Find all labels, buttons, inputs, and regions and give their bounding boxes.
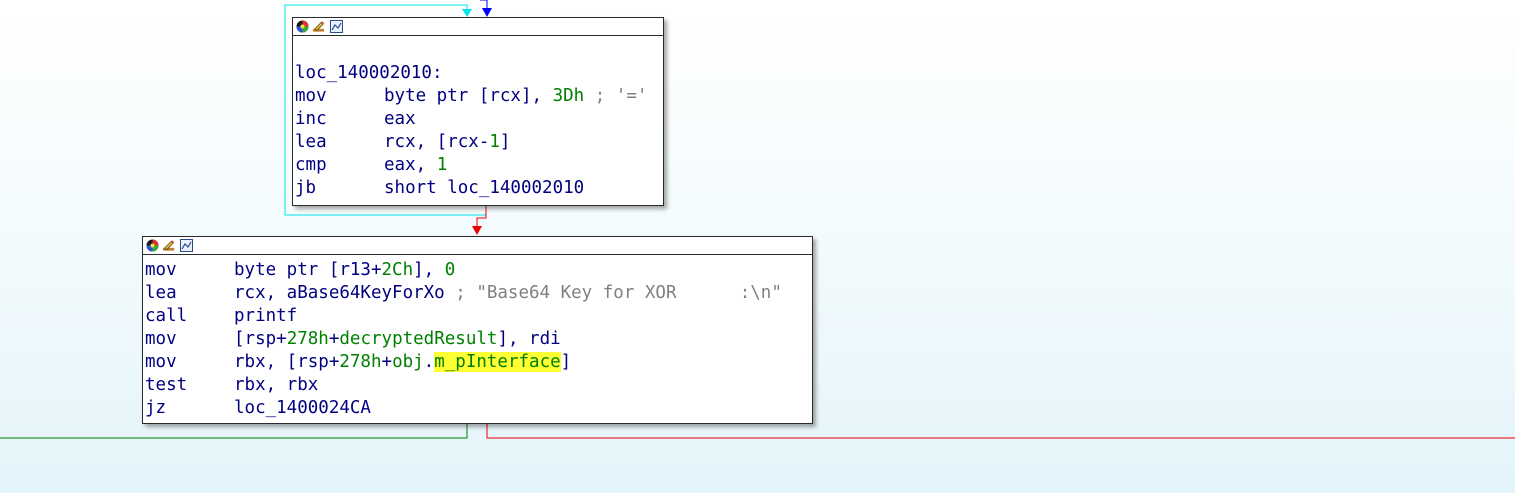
mnemonic[interactable]: call xyxy=(145,305,234,328)
operand[interactable]: ] xyxy=(500,132,511,152)
edit-pencil-icon[interactable] xyxy=(162,239,176,253)
block-body: loc_140002010: mov byte ptr [rcx], 3Dh ; … xyxy=(293,36,663,202)
operand[interactable]: eax, xyxy=(384,155,437,175)
operand[interactable]: printf xyxy=(234,306,297,326)
mnemonic[interactable]: test xyxy=(145,374,234,397)
edit-pencil-icon[interactable] xyxy=(312,20,326,34)
operand[interactable]: byte ptr [r13+ xyxy=(234,260,382,280)
mnemonic[interactable]: jz xyxy=(145,397,234,420)
operand[interactable]: byte ptr [rcx], xyxy=(384,86,553,106)
mnemonic[interactable]: mov xyxy=(295,85,384,108)
mnemonic[interactable]: mov xyxy=(145,328,234,351)
operand[interactable]: rcx, aBase64KeyForXo xyxy=(234,283,445,303)
branch-edge-green xyxy=(0,424,468,439)
instruction-line[interactable]: lea rcx, [rcx-1] xyxy=(295,131,663,154)
operand[interactable]: 0 xyxy=(445,260,456,280)
highlighted-operand[interactable]: m_pInterface xyxy=(434,352,561,372)
graph-overview-icon[interactable] xyxy=(179,239,193,253)
operand[interactable]: ] xyxy=(561,352,572,372)
block-header xyxy=(143,237,812,255)
comment: ; '=' xyxy=(584,86,648,106)
operand[interactable]: ], rdi xyxy=(497,329,560,349)
incoming-edge-blue-arrow xyxy=(482,8,492,17)
instruction-list: mov byte ptr [r13+2Ch], 0 lea rcx, aBase64K… xyxy=(145,259,812,420)
mnemonic[interactable]: lea xyxy=(295,131,384,154)
instruction-line[interactable]: test rbx, rbx xyxy=(145,374,812,397)
operand[interactable]: 3Dh xyxy=(553,86,585,106)
instruction-line[interactable]: lea rcx, aBase64KeyForXo ; "Base64 Key fo… xyxy=(145,282,812,305)
instruction-line[interactable]: inc eax xyxy=(295,108,663,131)
instruction-line[interactable]: jb short loc_140002010 xyxy=(295,177,663,200)
operand[interactable]: 278h xyxy=(339,352,381,372)
operand[interactable]: 278h xyxy=(287,329,329,349)
block-body: mov byte ptr [r13+2Ch], 0 lea rcx, aBase64K… xyxy=(143,255,812,422)
operand[interactable]: decryptedResult xyxy=(339,329,497,349)
instruction-line[interactable]: mov byte ptr [r13+2Ch], 0 xyxy=(145,259,812,282)
operand[interactable]: eax xyxy=(384,109,416,129)
operand[interactable]: . xyxy=(424,352,435,372)
instruction-line[interactable]: mov rbx, [rsp+278h+obj.m_pInterface] xyxy=(145,351,812,374)
graph-overview-icon[interactable] xyxy=(329,20,343,34)
operand[interactable]: ], xyxy=(413,260,445,280)
color-wheel-icon[interactable] xyxy=(295,20,309,34)
instruction-line[interactable]: mov [rsp+278h+decryptedResult], rdi xyxy=(145,328,812,351)
fallthrough-edge-red-arrow xyxy=(472,226,482,235)
mnemonic[interactable]: inc xyxy=(295,108,384,131)
color-wheel-icon[interactable] xyxy=(145,239,159,253)
mnemonic[interactable]: cmp xyxy=(295,154,384,177)
basic-block-loc-140002010[interactable]: loc_140002010: mov byte ptr [rcx], 3Dh ; … xyxy=(292,17,664,206)
instruction-line[interactable]: jz loc_1400024CA xyxy=(145,397,812,420)
operand[interactable]: rbx, rbx xyxy=(234,375,318,395)
instruction-list: mov byte ptr [rcx], 3Dh ; '=' inc eax lea rcx… xyxy=(295,85,663,200)
operand[interactable]: obj xyxy=(392,352,424,372)
branch-edge-red xyxy=(486,424,1515,439)
operand[interactable]: loc_1400024CA xyxy=(234,398,371,418)
operand[interactable]: + xyxy=(329,329,340,349)
operand[interactable]: [rsp+ xyxy=(234,329,287,349)
comment: ; "Base64 Key for XOR :\n" xyxy=(444,283,782,303)
operand[interactable]: 2Ch xyxy=(382,260,414,280)
mnemonic[interactable]: lea xyxy=(145,282,234,305)
mnemonic[interactable]: jb xyxy=(295,177,384,200)
code-label[interactable]: loc_140002010: xyxy=(295,62,663,85)
fallthrough-edge-red xyxy=(476,206,487,228)
instruction-line[interactable]: call printf xyxy=(145,305,812,328)
instruction-line[interactable]: mov byte ptr [rcx], 3Dh ; '=' xyxy=(295,85,663,108)
instruction-line[interactable]: cmp eax, 1 xyxy=(295,154,663,177)
operand[interactable]: + xyxy=(382,352,393,372)
loop-edge-cyan-arrow xyxy=(462,9,472,17)
operand[interactable]: rcx, [rcx- xyxy=(384,132,489,152)
mnemonic[interactable]: mov xyxy=(145,259,234,282)
operand[interactable]: 1 xyxy=(489,132,500,152)
operand[interactable]: rbx, [rsp+ xyxy=(234,352,339,372)
block-header xyxy=(293,18,663,36)
operand[interactable]: 1 xyxy=(437,155,448,175)
basic-block-printf-call[interactable]: mov byte ptr [r13+2Ch], 0 lea rcx, aBase64K… xyxy=(142,236,813,424)
mnemonic[interactable]: mov xyxy=(145,351,234,374)
operand[interactable]: short loc_140002010 xyxy=(384,178,584,198)
